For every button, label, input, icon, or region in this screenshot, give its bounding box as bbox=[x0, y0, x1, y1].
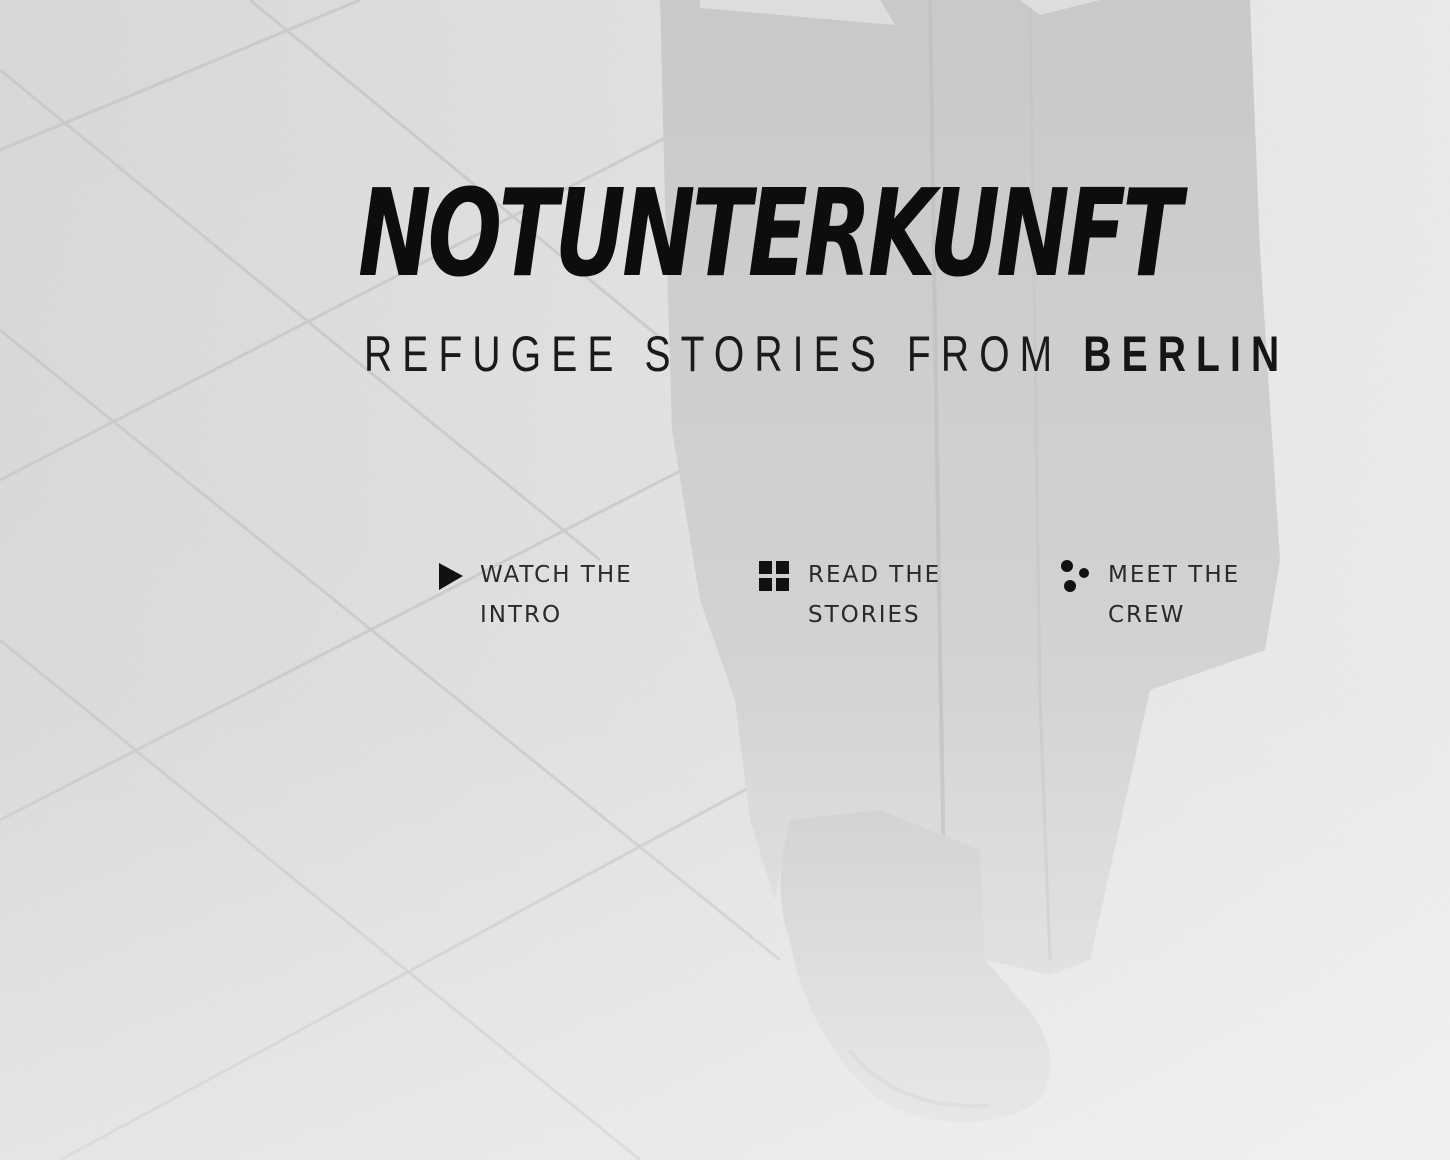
read-stories-line1: READ THE bbox=[808, 562, 942, 588]
hero-section: NOTUNTERKUNFT REFUGEE STORIES FROM BERLI… bbox=[0, 0, 1450, 1160]
site-subtitle: REFUGEE STORIES FROM BERLIN bbox=[364, 322, 1289, 386]
play-icon bbox=[439, 563, 463, 590]
meet-crew-line2: CREW bbox=[1108, 602, 1186, 628]
grid-icon bbox=[759, 561, 789, 591]
main-nav: WATCH THE INTRO READ THE STORIES MEET TH… bbox=[0, 555, 1450, 645]
watch-intro-label: WATCH THE INTRO bbox=[480, 555, 670, 635]
watch-intro-line1: WATCH THE bbox=[480, 562, 633, 588]
subtitle-city: BERLIN bbox=[1083, 326, 1290, 382]
read-stories-label: READ THE STORIES bbox=[808, 555, 998, 635]
watch-intro-line2: INTRO bbox=[480, 602, 563, 628]
read-stories-link[interactable]: READ THE STORIES bbox=[757, 555, 997, 645]
meet-crew-label: MEET THE CREW bbox=[1108, 555, 1298, 635]
meet-crew-link[interactable]: MEET THE CREW bbox=[1058, 555, 1298, 645]
site-title: NOTUNTERKUNFT bbox=[358, 165, 1182, 304]
subtitle-prefix: REFUGEE STORIES FROM bbox=[364, 326, 1084, 382]
meet-crew-line1: MEET THE bbox=[1108, 562, 1241, 588]
watch-intro-link[interactable]: WATCH THE INTRO bbox=[435, 555, 675, 645]
read-stories-line2: STORIES bbox=[808, 602, 921, 628]
team-dots-icon bbox=[1061, 560, 1089, 592]
